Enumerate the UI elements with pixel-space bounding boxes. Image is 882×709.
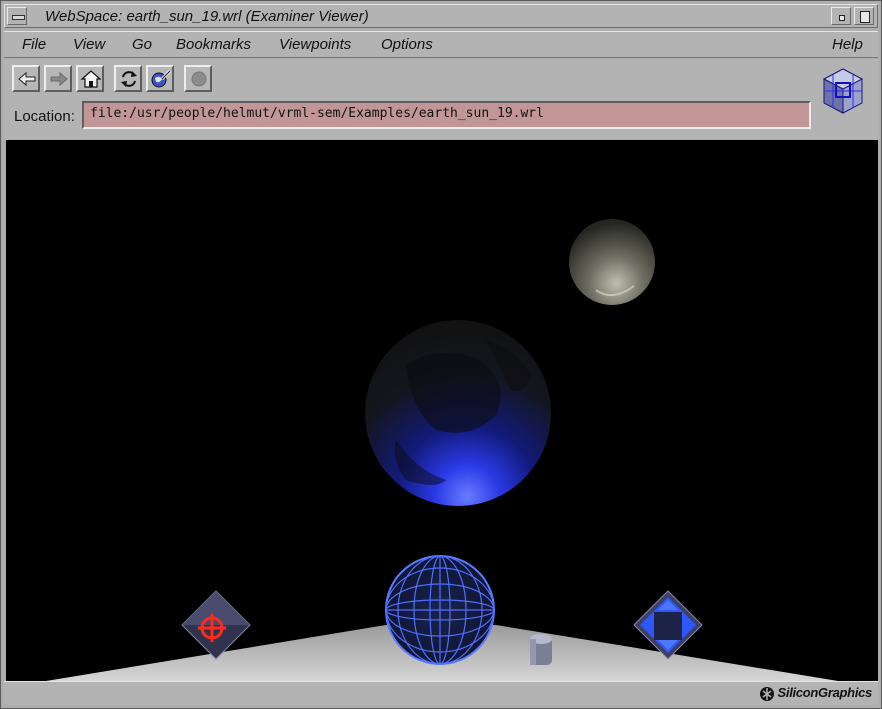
menu-bar: File View Go Bookmarks Viewpoints Option… (4, 31, 878, 58)
menu-bookmarks[interactable]: Bookmarks (176, 36, 251, 53)
seek-target-control[interactable] (181, 590, 251, 660)
menu-help[interactable]: Help (832, 36, 863, 53)
rotate-trackball-sphere[interactable] (385, 555, 495, 665)
menu-options[interactable]: Options (381, 36, 433, 53)
window-menu-icon (12, 15, 25, 20)
window-menu-button[interactable] (7, 7, 27, 25)
silicon-graphics-logo: SiliconGraphics (759, 685, 872, 702)
scene-canvas[interactable] (6, 140, 878, 681)
menu-view[interactable]: View (73, 36, 105, 53)
edit-button[interactable] (146, 65, 174, 92)
pan-arrows-icon (640, 597, 696, 653)
stop-button[interactable] (184, 65, 212, 92)
window-title: WebSpace: earth_sun_19.wrl (Examiner Vie… (45, 8, 369, 25)
earth-object[interactable] (365, 320, 551, 506)
minimize-button[interactable] (831, 7, 851, 25)
webspace-logo-icon (822, 68, 864, 114)
maximize-button[interactable] (854, 7, 874, 25)
vrml-viewport[interactable] (6, 140, 878, 681)
brand-name: SiliconGraphics (777, 685, 873, 700)
location-label: Location: (14, 108, 75, 125)
webspace-window: WebSpace: earth_sun_19.wrl (Examiner Vie… (0, 0, 882, 709)
toolbar: Location: file:/usr/people/helmut/vrml-s… (4, 59, 878, 139)
reload-icon (121, 71, 137, 87)
status-bar: SiliconGraphics (4, 681, 878, 705)
edit-globe-icon (151, 69, 172, 88)
forward-button[interactable] (44, 65, 72, 92)
menu-file[interactable]: File (22, 36, 46, 53)
title-bar[interactable]: WebSpace: earth_sun_19.wrl (Examiner Vie… (4, 4, 878, 28)
home-button[interactable] (76, 65, 104, 92)
back-arrow-icon (18, 71, 36, 87)
dolly-cylinder-control[interactable] (530, 634, 552, 665)
pan-arrows-control[interactable] (633, 590, 703, 660)
maximize-icon (860, 11, 870, 23)
sgi-cube-icon (759, 686, 774, 701)
moon-object[interactable] (569, 219, 655, 305)
menu-go[interactable]: Go (132, 36, 152, 53)
reload-button[interactable] (114, 65, 142, 92)
back-button[interactable] (12, 65, 40, 92)
stop-icon (191, 71, 207, 87)
home-icon (80, 70, 102, 88)
location-input[interactable]: file:/usr/people/helmut/vrml-sem/Example… (82, 101, 811, 129)
forward-arrow-icon (50, 71, 68, 87)
minimize-icon (839, 15, 845, 21)
menu-viewpoints[interactable]: Viewpoints (279, 36, 351, 53)
